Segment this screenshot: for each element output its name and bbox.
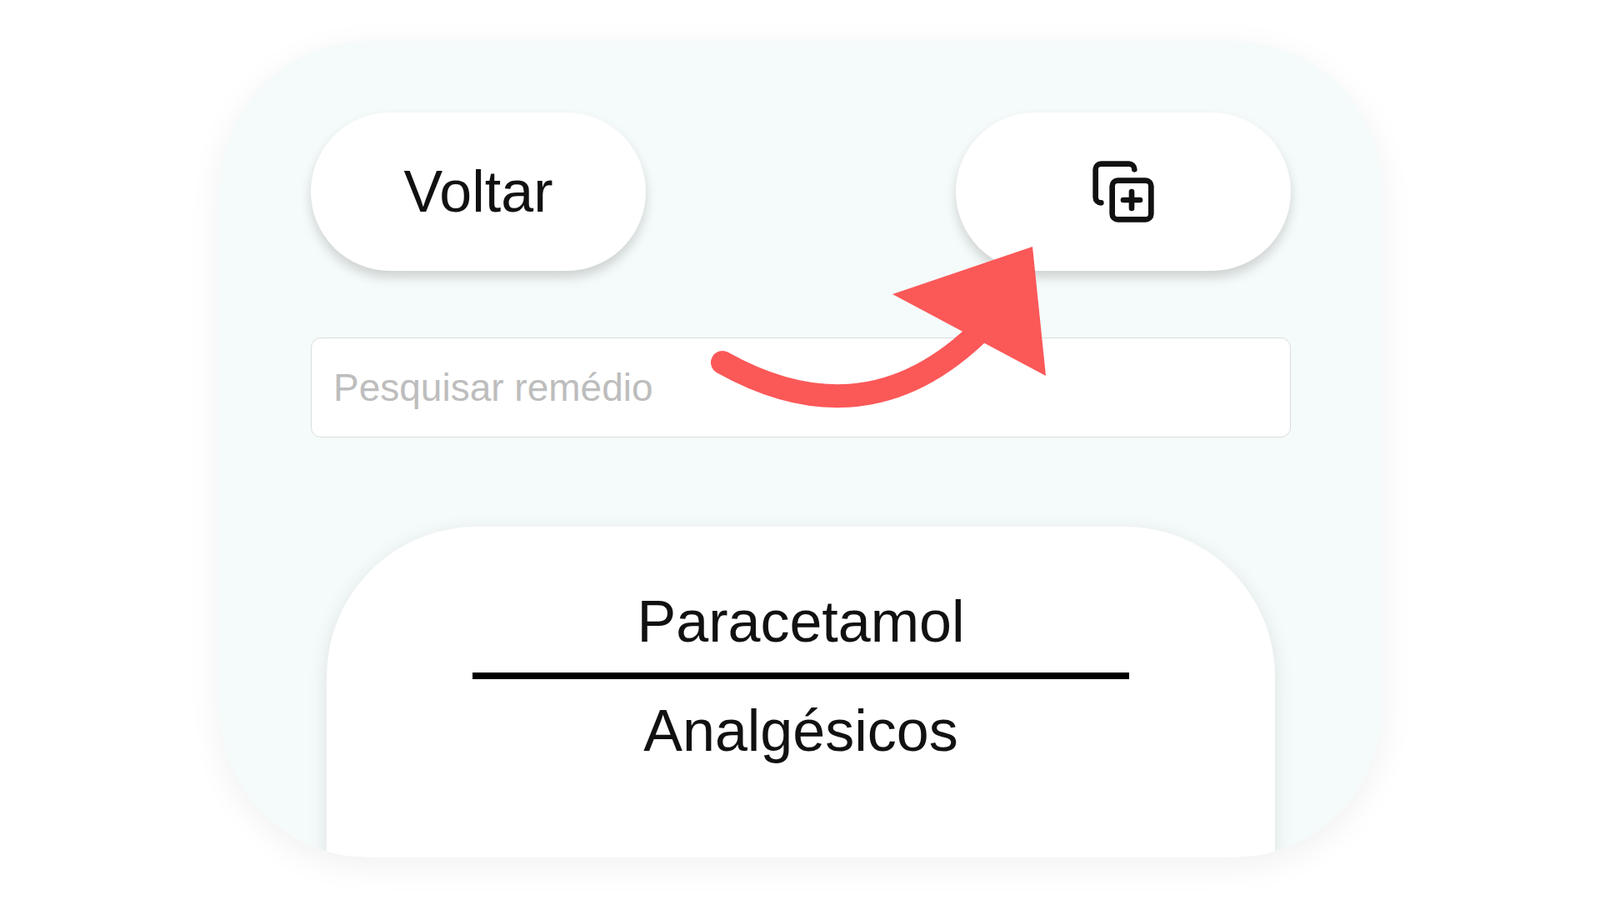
copy-plus-icon (1090, 158, 1157, 225)
arrow-icon (219, 40, 1383, 858)
screen-panel: Voltar Paracetamol Analgésicos (219, 40, 1383, 858)
medicine-name: Paracetamol (637, 590, 965, 655)
top-bar: Voltar (310, 112, 1291, 271)
divider (472, 672, 1130, 680)
add-button[interactable] (955, 112, 1291, 271)
page: Voltar Paracetamol Analgésicos (0, 0, 1600, 900)
medicine-category: Analgésicos (643, 699, 958, 764)
medicine-card[interactable]: Paracetamol Analgésicos (326, 526, 1275, 858)
back-button[interactable]: Voltar (310, 112, 646, 271)
search-field[interactable] (310, 337, 1291, 438)
